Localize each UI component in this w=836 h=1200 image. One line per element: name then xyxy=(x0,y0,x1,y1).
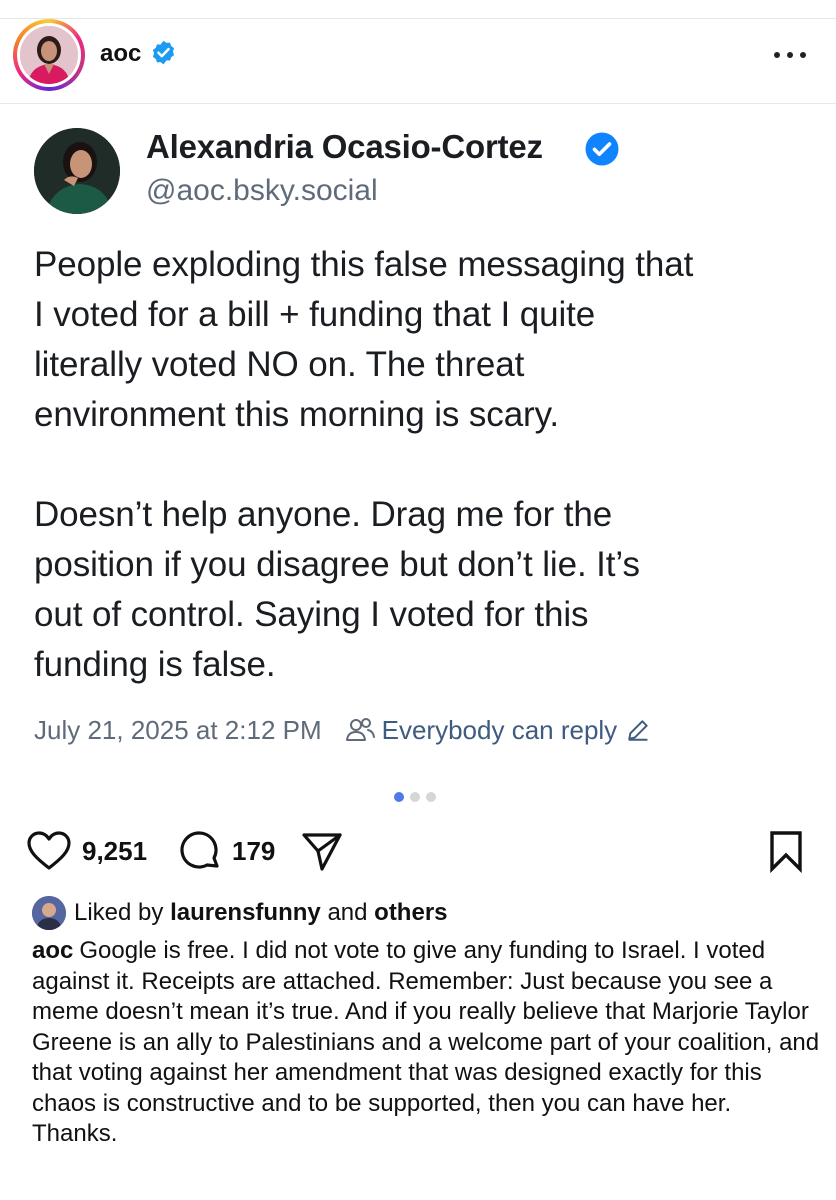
divider xyxy=(0,103,836,104)
avatar-photo xyxy=(20,26,78,84)
post-header: aoc xyxy=(0,18,836,104)
share-button[interactable] xyxy=(300,826,344,876)
profile-avatar[interactable] xyxy=(13,19,85,91)
caption: aoc Google is free. I did not vote to giv… xyxy=(32,936,822,1150)
people-icon xyxy=(345,718,375,741)
post-paragraph: People exploding this false messaging th… xyxy=(34,245,694,434)
like-button[interactable]: 9,251 xyxy=(26,826,147,876)
post-paragraph: Doesn’t help anyone. Drag me for the pos… xyxy=(34,495,640,684)
caption-username[interactable]: aoc xyxy=(32,937,73,964)
more-options-button[interactable] xyxy=(772,44,812,64)
share-icon xyxy=(302,833,342,871)
liker-avatar xyxy=(32,896,66,930)
liked-by[interactable]: Liked by laurensfunny and others xyxy=(32,896,448,930)
carousel-dot xyxy=(410,792,420,802)
liked-by-conjunction: and xyxy=(327,899,368,926)
bookmark-icon xyxy=(770,831,802,873)
display-name: Alexandria Ocasio-Cortez xyxy=(146,128,543,165)
liked-by-prefix: Liked by xyxy=(74,899,164,926)
more-dots-icon xyxy=(774,52,780,58)
avatar-photo xyxy=(32,896,66,930)
save-button[interactable] xyxy=(766,826,806,876)
caption-text: Google is free. I did not vote to give a… xyxy=(32,937,820,1147)
card-avatar xyxy=(34,128,120,214)
likes-count: 9,251 xyxy=(82,835,148,866)
post-text: People exploding this false messaging th… xyxy=(34,240,824,740)
comments-count: 179 xyxy=(232,835,276,866)
comment-button[interactable]: 179 xyxy=(178,826,275,876)
handle: @aoc.bsky.social xyxy=(146,174,378,207)
avatar-photo xyxy=(34,128,120,214)
carousel-dot xyxy=(426,792,436,802)
carousel-indicator xyxy=(394,792,436,802)
carousel-dot xyxy=(394,792,404,802)
liked-by-others[interactable]: others xyxy=(374,899,447,927)
instagram-post: aoc Alexandria Ocasio-Cortez @aoc.bsky.s… xyxy=(0,0,836,1200)
pencil-icon[interactable] xyxy=(625,717,651,743)
liked-by-user[interactable]: laurensfunny xyxy=(170,899,321,927)
username[interactable]: aoc xyxy=(100,40,141,68)
verified-badge-icon xyxy=(585,132,619,166)
post-meta: July 21, 2025 at 2:12 PM Everybody can r… xyxy=(34,710,651,750)
verified-badge-icon xyxy=(152,40,175,65)
timestamp: July 21, 2025 at 2:12 PM xyxy=(34,714,322,745)
action-bar: 9,251 179 xyxy=(0,826,836,876)
heart-icon xyxy=(27,831,71,870)
comment-icon xyxy=(180,831,219,869)
reply-setting[interactable]: Everybody can reply xyxy=(382,715,618,746)
